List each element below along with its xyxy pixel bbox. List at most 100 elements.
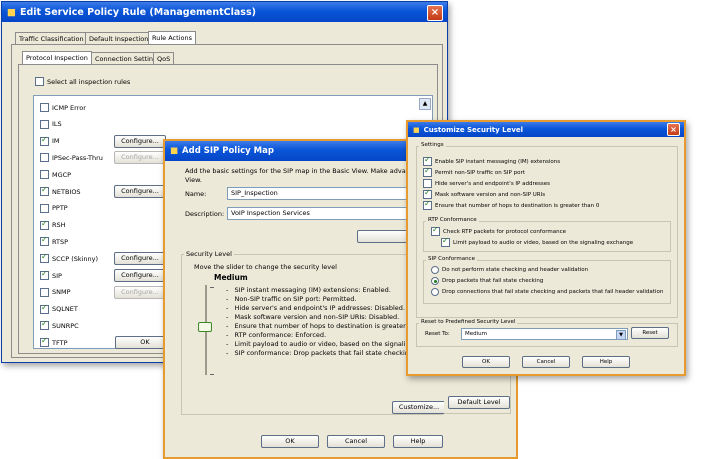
- rtp-check-checkbox[interactable]: Check RTP packets for protocol conforman…: [431, 225, 566, 236]
- inspection-rule-row[interactable]: SCCP (Skinny): [40, 252, 98, 264]
- rule-label: SNMP: [52, 288, 71, 297]
- cancel-button[interactable]: Cancel: [522, 356, 570, 368]
- reset-level-value: Medium: [465, 331, 487, 337]
- slider-hint: Move the slider to change the security l…: [194, 263, 337, 271]
- rtp-limit-checkbox[interactable]: Limit payload to audio or video, based o…: [441, 236, 634, 247]
- close-icon[interactable]: ×: [667, 123, 680, 136]
- rule-label: SIP: [52, 271, 62, 280]
- configure-button[interactable]: Configure...: [114, 185, 166, 198]
- subtab-protocol-inspection[interactable]: Protocol Inspection: [22, 51, 92, 65]
- setting-checkbox[interactable]: Ensure that number of hops to destinatio…: [423, 199, 599, 210]
- help-button[interactable]: Help: [582, 356, 630, 368]
- sip-conformance-option[interactable]: Drop connections that fail state checkin…: [431, 288, 663, 296]
- sip-conformance-label: Drop connections that fail state checkin…: [442, 289, 664, 295]
- help-button[interactable]: Help: [393, 435, 443, 448]
- inspection-rule-row[interactable]: SUNRPC: [40, 319, 79, 331]
- configure-button[interactable]: Configure...: [114, 285, 166, 299]
- configure-button[interactable]: Configure...: [114, 151, 166, 165]
- settings-title: Settings: [419, 142, 446, 148]
- rule-label: IM: [52, 137, 60, 146]
- cancel-button[interactable]: Cancel: [327, 435, 385, 448]
- inspection-rule-row[interactable]: IM: [40, 135, 60, 146]
- rule-checkbox[interactable]: [40, 135, 49, 146]
- sip-conformance-label: Drop packets that fail state checking: [442, 278, 544, 284]
- inspection-rule-row[interactable]: SNMP: [40, 287, 71, 297]
- title-bar[interactable]: ■ Add SIP Policy Map: [165, 141, 446, 161]
- rule-label: PPTP: [52, 204, 68, 213]
- sip-conformance-option[interactable]: Drop packets that fail state checking: [431, 277, 543, 285]
- inspection-rule-row[interactable]: TFTP: [40, 336, 68, 348]
- setting-label: Enable SIP instant messaging (IM) extens…: [435, 158, 561, 165]
- rule-label: RTSP: [52, 237, 69, 246]
- setting-checkbox[interactable]: Mask software version and non-SIP URIs: [423, 188, 546, 199]
- rule-checkbox[interactable]: [40, 252, 49, 264]
- sip-conformance-group: SIP Conformance Do not perform state che…: [423, 256, 671, 304]
- rule-checkbox[interactable]: [40, 203, 49, 213]
- customize-button[interactable]: Customize...: [392, 401, 446, 414]
- settings-group: Settings Enable SIP instant messaging (I…: [416, 142, 678, 318]
- inspection-rule-row[interactable]: RTSP: [40, 235, 69, 247]
- rule-checkbox[interactable]: [40, 170, 49, 180]
- reset-to-label: Reset To:: [425, 331, 450, 337]
- window-icon: ■: [170, 146, 179, 156]
- setting-label: Mask software version and non-SIP URIs: [435, 191, 546, 198]
- rtp-conformance-group: RTP Conformance Check RTP packets for pr…: [423, 217, 671, 252]
- rule-checkbox[interactable]: [40, 119, 49, 129]
- reset-level-select[interactable]: Medium ▼: [461, 328, 628, 340]
- intro-text-2: View.: [185, 176, 202, 184]
- rule-label: ICMP Error: [52, 103, 86, 112]
- setting-label: Hide server's and endpoint's IP addresse…: [435, 180, 550, 187]
- inspection-rule-row[interactable]: SQLNET: [40, 303, 78, 314]
- rule-checkbox[interactable]: [40, 336, 49, 348]
- select-all-checkbox[interactable]: Select all inspection rules: [35, 77, 130, 86]
- rule-checkbox[interactable]: [40, 153, 49, 163]
- rule-checkbox[interactable]: [40, 303, 49, 314]
- chevron-down-icon[interactable]: ▼: [616, 330, 626, 340]
- ok-button[interactable]: OK: [261, 435, 319, 448]
- title-bar[interactable]: ■ Customize Security Level ×: [408, 122, 684, 137]
- name-label: Name:: [185, 190, 207, 198]
- setting-checkbox[interactable]: Permit non-SIP traffic on SIP port: [423, 166, 525, 177]
- rule-checkbox[interactable]: [40, 103, 49, 112]
- window-icon: ■: [413, 125, 420, 134]
- rule-checkbox[interactable]: [40, 235, 49, 247]
- rule-label: NETBIOS: [52, 187, 81, 196]
- setting-label: Permit non-SIP traffic on SIP port: [435, 169, 525, 176]
- slider-thumb[interactable]: [198, 322, 212, 332]
- rule-checkbox[interactable]: [40, 185, 49, 196]
- inspection-rule-row[interactable]: NETBIOS: [40, 185, 81, 196]
- title-bar[interactable]: ■ Edit Service Policy Rule (ManagementCl…: [2, 2, 447, 22]
- configure-button[interactable]: Configure...: [114, 252, 166, 266]
- inspection-rule-row[interactable]: MGCP: [40, 170, 71, 180]
- rule-checkbox[interactable]: [40, 287, 49, 297]
- customize-security-level-window: ■ Customize Security Level × Settings En…: [406, 120, 686, 376]
- reset-button[interactable]: Reset: [631, 327, 669, 339]
- sip-conformance-title: SIP Conformance: [426, 256, 477, 262]
- setting-checkbox[interactable]: Enable SIP instant messaging (IM) extens…: [423, 155, 561, 166]
- tab-rule-actions[interactable]: Rule Actions: [148, 31, 196, 45]
- inspection-rule-row[interactable]: ICMP Error: [40, 103, 86, 112]
- window-title: Customize Security Level: [423, 125, 524, 134]
- ok-button[interactable]: OK: [462, 356, 510, 368]
- sip-conformance-option[interactable]: Do not perform state checking and header…: [431, 266, 588, 274]
- rule-label: SQLNET: [52, 305, 78, 314]
- scroll-up-icon[interactable]: ▲: [419, 98, 431, 110]
- rtp-limit-label: Limit payload to audio or video, based o…: [453, 239, 634, 246]
- inspection-rule-row[interactable]: PPTP: [40, 203, 68, 213]
- rule-checkbox[interactable]: [40, 269, 49, 280]
- sip-conformance-label: Do not perform state checking and header…: [442, 267, 589, 273]
- inspection-rule-row[interactable]: IPSec-Pass-Thru: [40, 153, 103, 163]
- configure-button[interactable]: Configure...: [114, 269, 166, 282]
- rtp-check-label: Check RTP packets for protocol conforman…: [443, 228, 566, 235]
- reset-title: Reset to Predefined Security Level: [419, 319, 518, 325]
- inspection-rule-row[interactable]: ILS: [40, 119, 62, 129]
- intro-text: Add the basic settings for the SIP map i…: [185, 167, 436, 175]
- setting-checkbox[interactable]: Hide server's and endpoint's IP addresse…: [423, 179, 550, 188]
- inspection-rule-row[interactable]: RSH: [40, 219, 66, 230]
- rule-checkbox[interactable]: [40, 319, 49, 331]
- inspection-rule-row[interactable]: SIP: [40, 269, 62, 280]
- security-level-slider[interactable]: [196, 285, 218, 375]
- configure-button[interactable]: Configure...: [114, 134, 166, 148]
- close-icon[interactable]: ×: [427, 5, 443, 21]
- rule-checkbox[interactable]: [40, 219, 49, 230]
